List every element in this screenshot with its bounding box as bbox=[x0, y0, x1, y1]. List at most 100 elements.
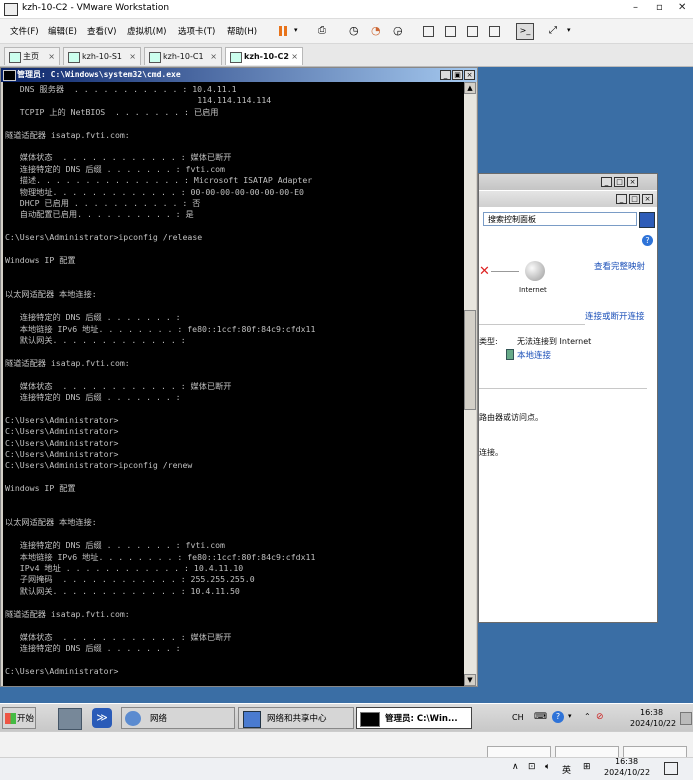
maximize-button[interactable]: ▫ bbox=[656, 2, 663, 13]
scroll-down-icon[interactable]: ▼ bbox=[464, 674, 476, 686]
notification-icon[interactable] bbox=[664, 762, 678, 775]
menu-file[interactable]: 文件(F) bbox=[10, 25, 39, 37]
ime-indicator[interactable]: 英 bbox=[562, 763, 571, 776]
console-line: C:\Users\Administrator>ipconfig /release bbox=[5, 232, 203, 243]
connect-disconnect-link[interactable]: 连接或断开连接 bbox=[585, 310, 645, 322]
console-line: 隧道适配器 isatap.fvti.com: bbox=[5, 129, 130, 140]
network-error-icon[interactable]: ⊘ bbox=[596, 712, 604, 722]
unity-icon[interactable] bbox=[489, 26, 500, 40]
console-output[interactable]: DNS 服务器 . . . . . . . . . . . : 10.4.11.… bbox=[3, 82, 464, 686]
vmware-logo-icon bbox=[4, 3, 18, 16]
minimize-button[interactable]: – bbox=[633, 2, 638, 13]
maximize-button[interactable]: ▣ bbox=[452, 70, 463, 80]
fullscreen-icon[interactable] bbox=[467, 26, 478, 40]
chevron-up-icon[interactable]: ⌃ bbox=[584, 712, 591, 721]
console-line: 连接特定的 DNS 后缀 . . . . . . . : fvti.com bbox=[5, 163, 225, 174]
minimize-button[interactable]: _ bbox=[440, 70, 451, 80]
revert-snapshot-icon[interactable]: ◔ bbox=[371, 24, 381, 37]
console-line: 以太网适配器 本地连接: bbox=[5, 289, 97, 300]
taskbar-item-label: 网络 bbox=[150, 714, 168, 724]
console-line: IPv4 地址 . . . . . . . . . . . . : 10.4.1… bbox=[5, 563, 244, 574]
scroll-thumb[interactable] bbox=[464, 310, 476, 410]
close-button[interactable]: × bbox=[627, 177, 638, 187]
close-button[interactable]: × bbox=[642, 194, 653, 204]
close-icon[interactable]: × bbox=[291, 48, 298, 66]
menu-edit[interactable]: 编辑(E) bbox=[48, 25, 77, 37]
console-line: C:\Users\Administrator>ipconfig /renew bbox=[5, 460, 193, 471]
vm-icon bbox=[68, 52, 80, 63]
keyboard-icon[interactable]: ⌨ bbox=[534, 712, 547, 722]
tab-label: kzh-10-S1 bbox=[82, 52, 123, 61]
chevron-down-icon[interactable]: ▾ bbox=[568, 712, 572, 720]
server-manager-icon[interactable] bbox=[58, 708, 82, 730]
close-icon[interactable]: × bbox=[129, 48, 136, 66]
close-icon[interactable]: × bbox=[210, 48, 217, 66]
stretch-icon[interactable]: ⤢ bbox=[549, 25, 557, 36]
search-input[interactable]: 搜索控制面板 bbox=[483, 212, 637, 226]
display-icon[interactable]: ⊡ bbox=[528, 762, 536, 772]
sidebar-toggle-icon[interactable] bbox=[423, 26, 434, 40]
volume-icon[interactable]: 🔈︎ bbox=[545, 762, 550, 772]
cmd-window: 管理员: C:\Windows\system32\cmd.exe _ ▣ × D… bbox=[0, 67, 478, 687]
menu-vm[interactable]: 虚拟机(M) bbox=[127, 25, 166, 37]
clock-time[interactable]: 16:38 bbox=[640, 708, 663, 717]
help-icon[interactable]: ? bbox=[552, 711, 564, 723]
snapshot-manager-icon[interactable]: ◶ bbox=[393, 24, 403, 37]
thumbnail-icon[interactable] bbox=[445, 26, 456, 40]
vm-icon bbox=[230, 52, 242, 63]
maximize-button[interactable]: □ bbox=[614, 177, 625, 187]
vm-tab-bar: 主页 × kzh-10-S1 × kzh-10-C1 × kzh-10-C2 × bbox=[0, 44, 693, 67]
search-icon[interactable] bbox=[639, 212, 655, 228]
console-line: 物理地址. . . . . . . . . . . . . : 00-00-00… bbox=[5, 186, 304, 197]
tab-home[interactable]: 主页 × bbox=[4, 47, 60, 65]
ime-indicator[interactable]: CH bbox=[512, 713, 524, 722]
console-view-icon[interactable]: >_ bbox=[516, 23, 534, 40]
tab-label: kzh-10-C2 bbox=[244, 52, 289, 61]
menu-view[interactable]: 查看(V) bbox=[87, 25, 116, 37]
status-button[interactable] bbox=[555, 746, 619, 757]
help-icon[interactable]: ? bbox=[642, 235, 653, 246]
tab-kzh-10-c1[interactable]: kzh-10-C1 × bbox=[144, 47, 222, 65]
console-line: 媒体状态 . . . . . . . . . . . . : 媒体已断开 bbox=[5, 152, 232, 163]
snapshot-icon[interactable]: ◷ bbox=[349, 24, 359, 37]
tab-kzh-10-c2[interactable]: kzh-10-C2 × bbox=[225, 47, 303, 65]
menu-tabs[interactable]: 选项卡(T) bbox=[178, 25, 215, 37]
local-connection-link[interactable]: 本地连接 bbox=[517, 349, 551, 361]
clock-date[interactable]: 2024/10/22 bbox=[630, 719, 676, 728]
close-button[interactable]: ✕ bbox=[678, 2, 686, 13]
vertical-scrollbar[interactable]: ▲ ▼ bbox=[464, 82, 476, 686]
close-button[interactable]: × bbox=[464, 70, 475, 80]
status-button[interactable] bbox=[623, 746, 687, 757]
chevron-up-icon[interactable]: ∧ bbox=[512, 762, 519, 772]
vmware-status-bar bbox=[0, 731, 693, 758]
scroll-up-icon[interactable]: ▲ bbox=[464, 82, 476, 94]
chevron-down-icon[interactable]: ▾ bbox=[294, 26, 298, 34]
console-line: 隧道适配器 isatap.fvti.com: bbox=[5, 608, 130, 619]
console-line: 默认网关. . . . . . . . . . . . . : bbox=[5, 334, 186, 345]
send-ctrl-alt-del-icon[interactable]: ⎙ bbox=[318, 25, 326, 36]
minimize-button[interactable]: _ bbox=[601, 177, 612, 187]
chevron-down-icon[interactable]: ▾ bbox=[567, 26, 571, 34]
start-button[interactable]: 开始 bbox=[2, 707, 36, 729]
view-full-map-link[interactable]: 查看完整映射 bbox=[594, 260, 645, 272]
clock-time[interactable]: 16:38 bbox=[615, 757, 638, 766]
menu-help[interactable]: 帮助(H) bbox=[227, 25, 257, 37]
minimize-button[interactable]: _ bbox=[616, 194, 627, 204]
tab-kzh-10-s1[interactable]: kzh-10-S1 × bbox=[63, 47, 141, 65]
clock-date[interactable]: 2024/10/22 bbox=[604, 768, 650, 777]
input-method-icon[interactable]: ⊞ bbox=[583, 762, 591, 772]
show-desktop-button[interactable] bbox=[680, 712, 692, 725]
console-line: C:\Users\Administrator> bbox=[5, 414, 119, 425]
maximize-button[interactable]: □ bbox=[629, 194, 640, 204]
pause-icon[interactable] bbox=[274, 23, 292, 39]
powershell-icon[interactable]: ≫ bbox=[92, 708, 112, 728]
red-x-icon: ✕ bbox=[479, 264, 490, 279]
connection-line bbox=[491, 271, 519, 272]
taskbar-item-label: 管理员: C:\Win... bbox=[385, 714, 458, 724]
status-button[interactable] bbox=[487, 746, 551, 757]
close-icon[interactable]: × bbox=[48, 48, 55, 66]
